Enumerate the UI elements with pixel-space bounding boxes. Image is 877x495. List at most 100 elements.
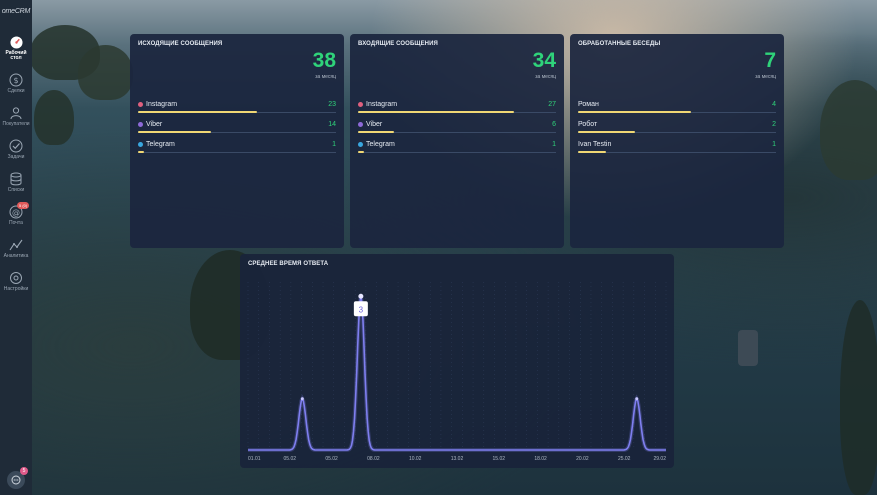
users-icon bbox=[9, 106, 23, 120]
sidebar-item-label: Списки bbox=[7, 187, 25, 193]
operator-value: 1 bbox=[772, 141, 776, 148]
check-icon bbox=[9, 139, 23, 153]
progress-track bbox=[358, 152, 556, 153]
settings-icon bbox=[9, 271, 23, 285]
dollar-icon: $ bbox=[9, 73, 23, 87]
tooltip-value: 3 bbox=[359, 305, 364, 314]
list-item: Робот 2 bbox=[578, 121, 776, 141]
x-tick-label: 01.01 bbox=[248, 456, 261, 462]
sidebar-item-settings[interactable]: Настройки bbox=[0, 271, 32, 304]
list-item: Ivan Testin 1 bbox=[578, 141, 776, 161]
sidebar-item-customers[interactable]: Покупатели bbox=[0, 106, 32, 139]
progress-bar bbox=[138, 131, 212, 133]
sidebar-item-mail[interactable]: @ 5 (0) Почта bbox=[0, 202, 32, 238]
operator-name: Робот bbox=[578, 121, 598, 128]
telegram-icon bbox=[358, 142, 363, 147]
list-item: Viber 6 bbox=[358, 121, 556, 141]
channel-value: 23 bbox=[328, 101, 336, 108]
instagram-icon bbox=[138, 102, 143, 107]
progress-bar bbox=[138, 111, 257, 113]
incoming-total: 34 bbox=[532, 49, 556, 72]
dashboard-icon bbox=[9, 35, 23, 49]
channel-name: Viber bbox=[366, 121, 383, 128]
x-tick-label: 29.02 bbox=[653, 456, 666, 462]
progress-bar bbox=[358, 151, 364, 153]
sidebar-item-label: Задачи bbox=[7, 154, 25, 160]
period-label: за месяц bbox=[535, 74, 556, 80]
background-rock bbox=[820, 80, 877, 180]
svg-text:$: $ bbox=[13, 76, 18, 85]
operator-name: Роман bbox=[578, 101, 599, 108]
progress-track bbox=[138, 152, 336, 153]
sidebar-item-tasks[interactable]: Задачи bbox=[0, 139, 32, 172]
operator-value: 2 bbox=[772, 121, 776, 128]
x-tick-label: 05.02 bbox=[325, 456, 338, 462]
list-item: Роман 4 bbox=[578, 101, 776, 121]
sidebar-item-analytics[interactable]: Аналитика bbox=[0, 238, 32, 271]
background-rock bbox=[34, 90, 74, 145]
response-time-chart-card: СРЕДНЕЕ ВРЕМЯ ОТВЕТА 3 01.01 05.02 05.02 08.… bbox=[240, 254, 674, 468]
background-rock bbox=[78, 45, 133, 100]
outgoing-messages-card: ИСХОДЯЩИЕ СООБЩЕНИЯ 38 за месяц Instagra… bbox=[130, 34, 344, 248]
processed-total: 7 bbox=[764, 49, 776, 72]
progress-bar bbox=[578, 131, 636, 133]
x-tick-label: 25.02 bbox=[618, 456, 631, 462]
telegram-icon bbox=[138, 142, 143, 147]
chat-icon bbox=[11, 475, 21, 485]
channel-name: Telegram bbox=[146, 141, 175, 148]
viber-icon bbox=[138, 122, 143, 127]
operator-name: Ivan Testin bbox=[578, 141, 612, 148]
list-item: Telegram 1 bbox=[138, 141, 336, 161]
channel-name: Instagram bbox=[366, 101, 398, 108]
sidebar-item-lists[interactable]: Списки bbox=[0, 172, 32, 205]
progress-bar bbox=[358, 111, 515, 113]
sidebar-item-dashboard[interactable]: Рабочий стол bbox=[0, 35, 32, 73]
instagram-icon bbox=[358, 102, 363, 107]
chat-button[interactable]: 5 bbox=[7, 467, 28, 489]
card-title: ВХОДЯЩИЕ СООБЩЕНИЯ bbox=[358, 41, 438, 47]
sidebar-item-label: Рабочий стол bbox=[5, 50, 27, 61]
x-tick-label: 15.02 bbox=[493, 456, 506, 462]
data-point bbox=[635, 397, 639, 401]
progress-bar bbox=[578, 111, 691, 113]
svg-text:@: @ bbox=[12, 208, 20, 217]
x-tick-label: 18.02 bbox=[534, 456, 547, 462]
progress-bar bbox=[358, 131, 394, 133]
progress-bar bbox=[138, 151, 144, 153]
period-label: за месяц bbox=[315, 74, 336, 80]
analytics-icon bbox=[9, 238, 23, 252]
highlight-point bbox=[358, 293, 364, 299]
progress-bar bbox=[578, 151, 606, 153]
period-label: за месяц bbox=[755, 74, 776, 80]
incoming-rows: Instagram 27 Viber 6 Telegram 1 bbox=[358, 101, 556, 161]
background-boat bbox=[738, 330, 758, 366]
progress-track bbox=[578, 152, 776, 153]
list-item: Telegram 1 bbox=[358, 141, 556, 161]
outgoing-rows: Instagram 23 Viber 14 Telegram 1 bbox=[138, 101, 336, 161]
outgoing-total: 38 bbox=[312, 49, 336, 72]
card-title: ОБРАБОТАННЫЕ БЕСЕДЫ bbox=[578, 41, 661, 47]
operator-value: 4 bbox=[772, 101, 776, 108]
channel-value: 27 bbox=[548, 101, 556, 108]
channel-name: Viber bbox=[146, 121, 163, 128]
processed-conversations-card: ОБРАБОТАННЫЕ БЕСЕДЫ 7 за месяц Роман 4 Р… bbox=[570, 34, 784, 248]
sidebar-item-deals[interactable]: $ Сделки bbox=[0, 73, 32, 106]
x-tick-label: 08.02 bbox=[367, 456, 380, 462]
sidebar-nav: Рабочий стол $ Сделки Покупатели Задачи … bbox=[0, 35, 32, 304]
channel-value: 14 bbox=[328, 121, 336, 128]
series-glow bbox=[248, 295, 666, 452]
card-title: ИСХОДЯЩИЕ СООБЩЕНИЯ bbox=[138, 41, 223, 47]
background-rock bbox=[840, 300, 877, 495]
channel-name: Instagram bbox=[146, 101, 178, 108]
x-tick-label: 20.02 bbox=[576, 456, 589, 462]
sidebar-item-label: Настройки bbox=[3, 286, 29, 292]
x-tick-label: 13.02 bbox=[451, 456, 464, 462]
series-line bbox=[248, 296, 666, 451]
channel-value: 1 bbox=[332, 141, 336, 148]
x-tick-label: 05.02 bbox=[284, 456, 297, 462]
database-icon bbox=[9, 172, 23, 186]
mail-badge: 5 (0) bbox=[17, 202, 30, 209]
sidebar-item-label: Аналитика bbox=[3, 253, 29, 259]
list-item: Instagram 27 bbox=[358, 101, 556, 121]
channel-value: 1 bbox=[552, 141, 556, 148]
